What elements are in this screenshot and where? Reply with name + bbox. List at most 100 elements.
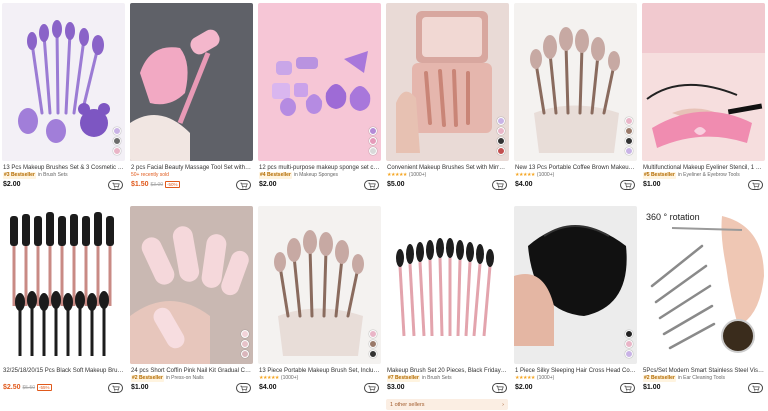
review-count: (1000+): [536, 172, 555, 178]
add-to-cart-button[interactable]: [236, 180, 251, 190]
color-swatches[interactable]: [241, 330, 249, 358]
product-meta: ★★★★★ (1000+): [259, 375, 380, 382]
product-title[interactable]: 12 pcs multi-purpose makeup sponge set c…: [259, 164, 380, 172]
cart-icon: [495, 182, 504, 188]
bestseller-badge: #3 Bestseller: [3, 172, 36, 179]
product-meta: #5 Bestseller in Eyeliner & Eyebrow Tools: [643, 172, 764, 179]
color-swatch[interactable]: [369, 330, 377, 338]
product-title[interactable]: New 13 Pcs Portable Coffee Brown Makeup …: [515, 164, 636, 172]
add-to-cart-button[interactable]: [364, 180, 379, 190]
add-to-cart-button[interactable]: [748, 180, 763, 190]
color-swatch[interactable]: [497, 147, 505, 155]
category-label: in Ear Cleaning Tools: [677, 375, 726, 381]
add-to-cart-button[interactable]: [620, 180, 635, 190]
color-swatch[interactable]: [113, 127, 121, 135]
cart-icon: [495, 385, 504, 391]
color-swatch[interactable]: [497, 127, 505, 135]
product-title[interactable]: Convenient Makeup Brushes Set with Mirro…: [387, 164, 508, 172]
product-price: $2.00: [515, 384, 533, 391]
product-image[interactable]: [258, 206, 381, 364]
color-swatch[interactable]: [369, 350, 377, 358]
product-title[interactable]: Multifunctional Makeup Eyeliner Stencil,…: [643, 164, 764, 172]
product-meta: ★★★★★ (1000+): [515, 172, 636, 179]
product-meta: #2 Bestseller in Ear Cleaning Tools: [643, 375, 764, 382]
add-to-cart-button[interactable]: [620, 383, 635, 393]
product-title[interactable]: 2 pcs Facial Beauty Massage Tool Set wit…: [131, 164, 252, 172]
color-swatch[interactable]: [625, 147, 633, 155]
category-label: in Makeup Sponges: [293, 172, 339, 178]
product-meta: #4 Bestseller in Makeup Sponges: [259, 172, 380, 179]
add-to-cart-button[interactable]: [108, 180, 123, 190]
cart-icon: [623, 385, 632, 391]
category-label: in Eyeliner & Eyebrow Tools: [677, 172, 740, 178]
color-swatch[interactable]: [241, 340, 249, 348]
product-image[interactable]: [2, 3, 125, 161]
product-price: $3.00: [387, 384, 405, 391]
color-swatch[interactable]: [369, 147, 377, 155]
add-to-cart-button[interactable]: [492, 383, 507, 393]
color-swatches[interactable]: [625, 330, 633, 358]
product-image[interactable]: [386, 206, 509, 364]
color-swatch[interactable]: [369, 127, 377, 135]
bestseller-badge: #4 Bestseller: [259, 172, 292, 179]
rating-stars: ★★★★★: [515, 172, 535, 178]
color-swatch[interactable]: [369, 340, 377, 348]
product-title[interactable]: 13 Piece Portable Makeup Brush Set, Incl…: [259, 367, 380, 375]
product-image[interactable]: [514, 3, 637, 161]
product-image[interactable]: 360 ° rotation: [642, 206, 765, 364]
original-price: $3.00: [150, 182, 164, 188]
color-swatches[interactable]: [625, 117, 633, 155]
add-to-cart-button[interactable]: [364, 383, 379, 393]
cart-icon: [367, 182, 376, 188]
color-swatch[interactable]: [113, 147, 121, 155]
product-image[interactable]: [514, 206, 637, 364]
color-swatch[interactable]: [625, 137, 633, 145]
cart-icon: [623, 182, 632, 188]
rating-stars: ★★★★★: [515, 375, 535, 381]
review-count: (1000+): [536, 375, 555, 381]
product-title[interactable]: 24 pcs Short Coffin Pink Nail Kit Gradua…: [131, 367, 252, 375]
color-swatch[interactable]: [369, 137, 377, 145]
other-sellers-link[interactable]: 1 other sellers ›: [386, 399, 508, 410]
product-image[interactable]: [642, 3, 765, 161]
color-swatch[interactable]: [625, 127, 633, 135]
cart-icon: [111, 182, 120, 188]
add-to-cart-button[interactable]: [748, 383, 763, 393]
color-swatch[interactable]: [497, 117, 505, 125]
product-image[interactable]: [130, 3, 253, 161]
color-swatch[interactable]: [241, 350, 249, 358]
color-swatch[interactable]: [625, 350, 633, 358]
color-swatches[interactable]: [113, 127, 121, 155]
bestseller-badge: #2 Bestseller: [643, 375, 676, 382]
add-to-cart-button[interactable]: [492, 180, 507, 190]
cart-icon: [367, 385, 376, 391]
color-swatch[interactable]: [497, 137, 505, 145]
rating-stars: ★★★★★: [259, 375, 279, 381]
add-to-cart-button[interactable]: [236, 383, 251, 393]
product-title[interactable]: 32/25/18/20/15 Pcs Black Soft Makeup Bru…: [3, 367, 124, 375]
color-swatch[interactable]: [113, 137, 121, 145]
product-image[interactable]: [258, 3, 381, 161]
product-image[interactable]: [130, 206, 253, 364]
color-swatch[interactable]: [625, 340, 633, 348]
cart-icon: [111, 385, 120, 391]
cart-icon: [751, 385, 760, 391]
product-meta: #2 Bestseller in Press-on Nails: [131, 375, 252, 382]
color-swatches[interactable]: [369, 127, 377, 155]
product-price: $2.50 $5.50 -55%: [3, 384, 52, 391]
color-swatch[interactable]: [241, 330, 249, 338]
color-swatches[interactable]: [369, 330, 377, 358]
product-price: $1.00: [643, 384, 661, 391]
product-title[interactable]: Makeup Brush Set 20 Pieces, Black Friday…: [387, 367, 508, 375]
color-swatches[interactable]: [497, 117, 505, 155]
add-to-cart-button[interactable]: [108, 383, 123, 393]
product-image[interactable]: [386, 3, 509, 161]
review-count: (1000+): [280, 375, 299, 381]
bestseller-badge: #5 Bestseller: [643, 172, 676, 179]
product-title[interactable]: 13 Pcs Makeup Brushes Set & 3 Cosmetic M…: [3, 164, 124, 172]
product-title[interactable]: 5Pcs/Set Modern Smart Stainless Steel Vi…: [643, 367, 764, 375]
color-swatch[interactable]: [625, 117, 633, 125]
color-swatch[interactable]: [625, 330, 633, 338]
product-title[interactable]: 1 Piece Silky Sleeping Hair Cross Head C…: [515, 367, 636, 375]
product-image[interactable]: [2, 206, 125, 364]
